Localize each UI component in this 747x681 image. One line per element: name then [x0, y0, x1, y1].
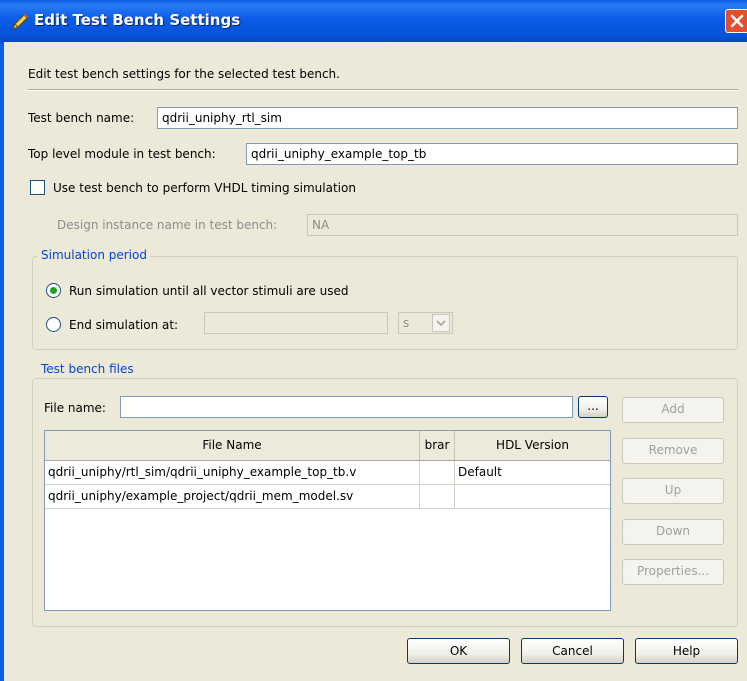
window-title: Edit Test Bench Settings — [34, 11, 241, 29]
file-name-label: File name: — [44, 401, 106, 415]
add-button[interactable]: Add — [622, 397, 724, 423]
column-header-hdl-version[interactable]: HDL Version — [455, 431, 610, 460]
hdl-version-cell — [455, 485, 610, 508]
file-name-cell: qdrii_uniphy/example_project/qdrii_mem_m… — [45, 485, 420, 508]
run-until-label: Run simulation until all vector stimuli … — [69, 284, 349, 298]
close-icon — [730, 14, 744, 28]
browse-button[interactable]: ... — [578, 396, 608, 418]
cancel-button[interactable]: Cancel — [521, 638, 624, 664]
end-at-radio[interactable] — [46, 317, 61, 332]
test-bench-name-label: Test bench name: — [28, 111, 135, 125]
ok-button[interactable]: OK — [407, 638, 510, 664]
hdl-version-cell: Default — [458, 465, 502, 479]
file-name-input[interactable] — [120, 396, 573, 418]
top-level-module-label: Top level module in test bench: — [28, 147, 216, 161]
design-instance-input[interactable]: NA — [307, 214, 738, 236]
end-at-input[interactable] — [204, 312, 388, 334]
library-cell — [420, 485, 455, 508]
pencil-icon — [12, 14, 28, 30]
file-name-cell: qdrii_uniphy/rtl_sim/qdrii_uniphy_exampl… — [45, 461, 420, 484]
close-button[interactable] — [725, 9, 747, 33]
design-instance-label: Design instance name in test bench: — [57, 218, 278, 232]
dialog-window: Edit Test Bench Settings Edit test bench… — [0, 0, 747, 681]
separator — [28, 89, 738, 91]
table-header: File Name brar HDL Version — [45, 431, 610, 461]
dialog-description: Edit test bench settings for the selecte… — [28, 67, 340, 81]
remove-button[interactable]: Remove — [622, 438, 724, 464]
help-button[interactable]: Help — [635, 638, 738, 664]
simulation-period-title: Simulation period — [38, 247, 150, 263]
library-cell — [420, 461, 455, 484]
table-row[interactable]: qdrii_uniphy/example_project/qdrii_mem_m… — [45, 485, 610, 509]
time-unit-value: s — [403, 316, 410, 330]
table-row[interactable]: qdrii_uniphy/rtl_sim/qdrii_uniphy_exampl… — [45, 461, 610, 485]
column-header-file-name[interactable]: File Name — [45, 431, 420, 460]
run-until-radio[interactable] — [46, 283, 61, 298]
down-button[interactable]: Down — [622, 519, 724, 545]
radio-selected-dot — [50, 287, 57, 294]
test-bench-name-input[interactable]: qdrii_uniphy_rtl_sim — [157, 107, 738, 129]
top-level-module-input[interactable]: qdrii_uniphy_example_top_tb — [246, 143, 738, 165]
title-bar[interactable]: Edit Test Bench Settings — [0, 0, 747, 42]
window-frame-left — [0, 42, 4, 681]
end-at-label: End simulation at: — [69, 318, 179, 332]
chevron-down-icon — [436, 320, 446, 327]
time-unit-dropdown-button[interactable] — [432, 314, 450, 332]
properties-button[interactable]: Properties... — [622, 559, 724, 585]
simulation-period-group — [32, 256, 738, 350]
vhdl-timing-label: Use test bench to perform VHDL timing si… — [53, 181, 356, 195]
vhdl-timing-checkbox[interactable] — [30, 180, 45, 195]
files-table: File Name brar HDL Version qdrii_uniphy/… — [44, 430, 611, 611]
up-button[interactable]: Up — [622, 478, 724, 504]
column-header-library[interactable]: brar — [420, 431, 455, 460]
test-bench-files-title: Test bench files — [38, 361, 137, 377]
